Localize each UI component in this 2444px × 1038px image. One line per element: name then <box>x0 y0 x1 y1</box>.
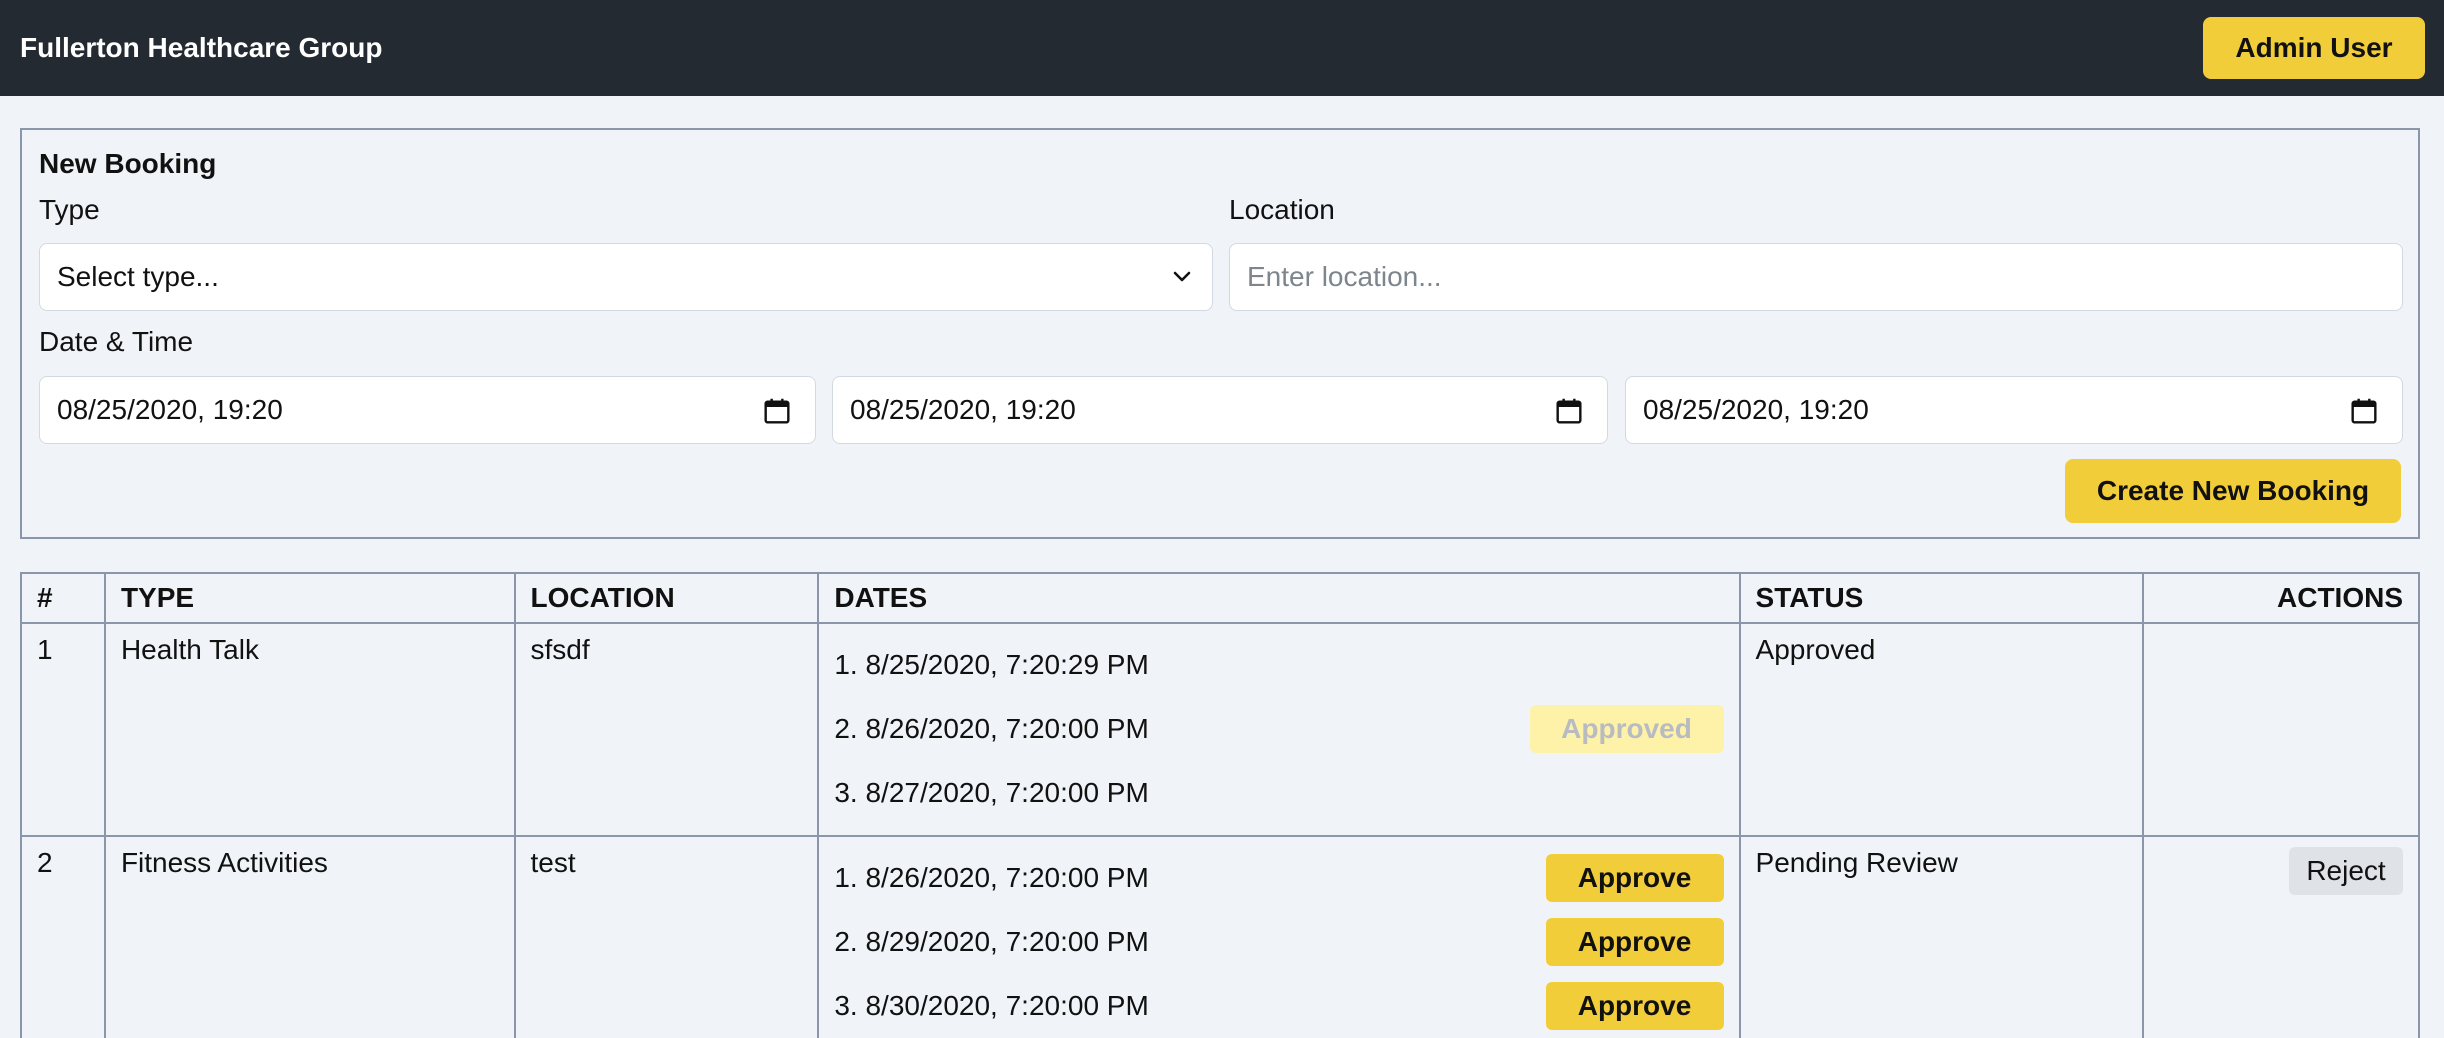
location-input[interactable]: Enter location... <box>1229 243 2403 311</box>
datetime-input-2[interactable]: 08/25/2020, 19:20 <box>832 376 1608 444</box>
date-list: 1. 8/26/2020, 7:20:00 PM Approve 2. 8/29… <box>834 846 1724 1038</box>
approve-button[interactable]: Approve <box>1545 982 1724 1030</box>
row-type: Fitness Activities <box>103 835 516 1038</box>
table-row: 1 Health Talk sfsdf 1. 8/25/2020, 7:20:2… <box>20 622 2420 837</box>
row-status: Approved <box>1738 622 2145 837</box>
create-booking-button[interactable]: Create New Booking <box>2065 459 2401 523</box>
bookings-table: # TYPE LOCATION DATES STATUS ACTIONS 1 H… <box>20 572 2420 1038</box>
row-location: sfsdf <box>513 622 820 837</box>
column-header-type: TYPE <box>103 572 516 624</box>
location-label: Location <box>1229 194 1335 225</box>
row-actions: Reject <box>2142 835 2420 1038</box>
column-header-status: STATUS <box>1738 572 2145 624</box>
new-booking-panel: New Booking Type Location Select type...… <box>20 128 2420 539</box>
type-select-value: Select type... <box>57 261 219 292</box>
row-index: 2 <box>20 835 106 1038</box>
approve-button[interactable]: Approve <box>1545 854 1724 902</box>
datetime-value: 08/25/2020, 19:20 <box>57 394 283 425</box>
date-text: 1. 8/26/2020, 7:20:00 PM <box>834 862 1149 893</box>
date-list: 1. 8/25/2020, 7:20:29 PM 2. 8/26/2020, 7… <box>834 633 1724 825</box>
new-booking-title: New Booking <box>39 148 217 179</box>
column-header-actions: ACTIONS <box>2142 572 2420 624</box>
type-select[interactable]: Select type... <box>39 243 1213 311</box>
table-header-row: # TYPE LOCATION DATES STATUS ACTIONS <box>20 572 2420 624</box>
datetime-value: 08/25/2020, 19:20 <box>850 394 1076 425</box>
date-text: 3. 8/30/2020, 7:20:00 PM <box>834 990 1149 1021</box>
date-item: 1. 8/25/2020, 7:20:29 PM <box>834 633 1723 697</box>
column-header-location: LOCATION <box>513 572 820 624</box>
date-item: 1. 8/26/2020, 7:20:00 PM Approve <box>834 846 1724 910</box>
approved-button-disabled: Approved <box>1529 705 1724 753</box>
date-text: 2. 8/29/2020, 7:20:00 PM <box>834 926 1149 957</box>
row-type: Health Talk <box>103 622 516 837</box>
row-status: Pending Review <box>1738 835 2145 1038</box>
date-text: 3. 8/27/2020, 7:20:00 PM <box>834 777 1149 808</box>
row-index: 1 <box>20 622 106 837</box>
date-text: 2. 8/26/2020, 7:20:00 PM <box>834 713 1149 744</box>
date-item: 2. 8/29/2020, 7:20:00 PM Approve <box>834 910 1724 974</box>
brand-title: Fullerton Healthcare Group <box>20 32 383 63</box>
datetime-input-3[interactable]: 08/25/2020, 19:20 <box>1625 376 2403 444</box>
top-navbar: Fullerton Healthcare Group Admin User <box>0 0 2444 96</box>
row-dates: 1. 8/25/2020, 7:20:29 PM 2. 8/26/2020, 7… <box>817 622 1741 837</box>
approve-button[interactable]: Approve <box>1545 918 1724 966</box>
datetime-label: Date & Time <box>39 326 194 357</box>
row-actions <box>2142 622 2420 837</box>
date-item: 2. 8/26/2020, 7:20:00 PM Approved <box>834 697 1724 761</box>
location-placeholder: Enter location... <box>1247 261 1442 292</box>
type-label: Type <box>39 194 100 225</box>
reject-button[interactable]: Reject <box>2289 847 2403 895</box>
row-location: test <box>513 835 820 1038</box>
datetime-input-1[interactable]: 08/25/2020, 19:20 <box>39 376 816 444</box>
column-header-dates: DATES <box>817 572 1741 624</box>
calendar-icon[interactable] <box>1553 395 1585 427</box>
datetime-value: 08/25/2020, 19:20 <box>1643 394 1869 425</box>
calendar-icon[interactable] <box>761 395 793 427</box>
date-text: 1. 8/25/2020, 7:20:29 PM <box>834 649 1149 680</box>
date-item: 3. 8/30/2020, 7:20:00 PM Approve <box>834 974 1724 1038</box>
date-item: 3. 8/27/2020, 7:20:00 PM <box>834 761 1723 825</box>
admin-user-button[interactable]: Admin User <box>2203 17 2425 79</box>
table-row: 2 Fitness Activities test 1. 8/26/2020, … <box>20 835 2420 1038</box>
row-dates: 1. 8/26/2020, 7:20:00 PM Approve 2. 8/29… <box>817 835 1741 1038</box>
calendar-icon[interactable] <box>2348 395 2380 427</box>
column-header-index: # <box>20 572 106 624</box>
chevron-down-icon <box>1173 271 1191 282</box>
